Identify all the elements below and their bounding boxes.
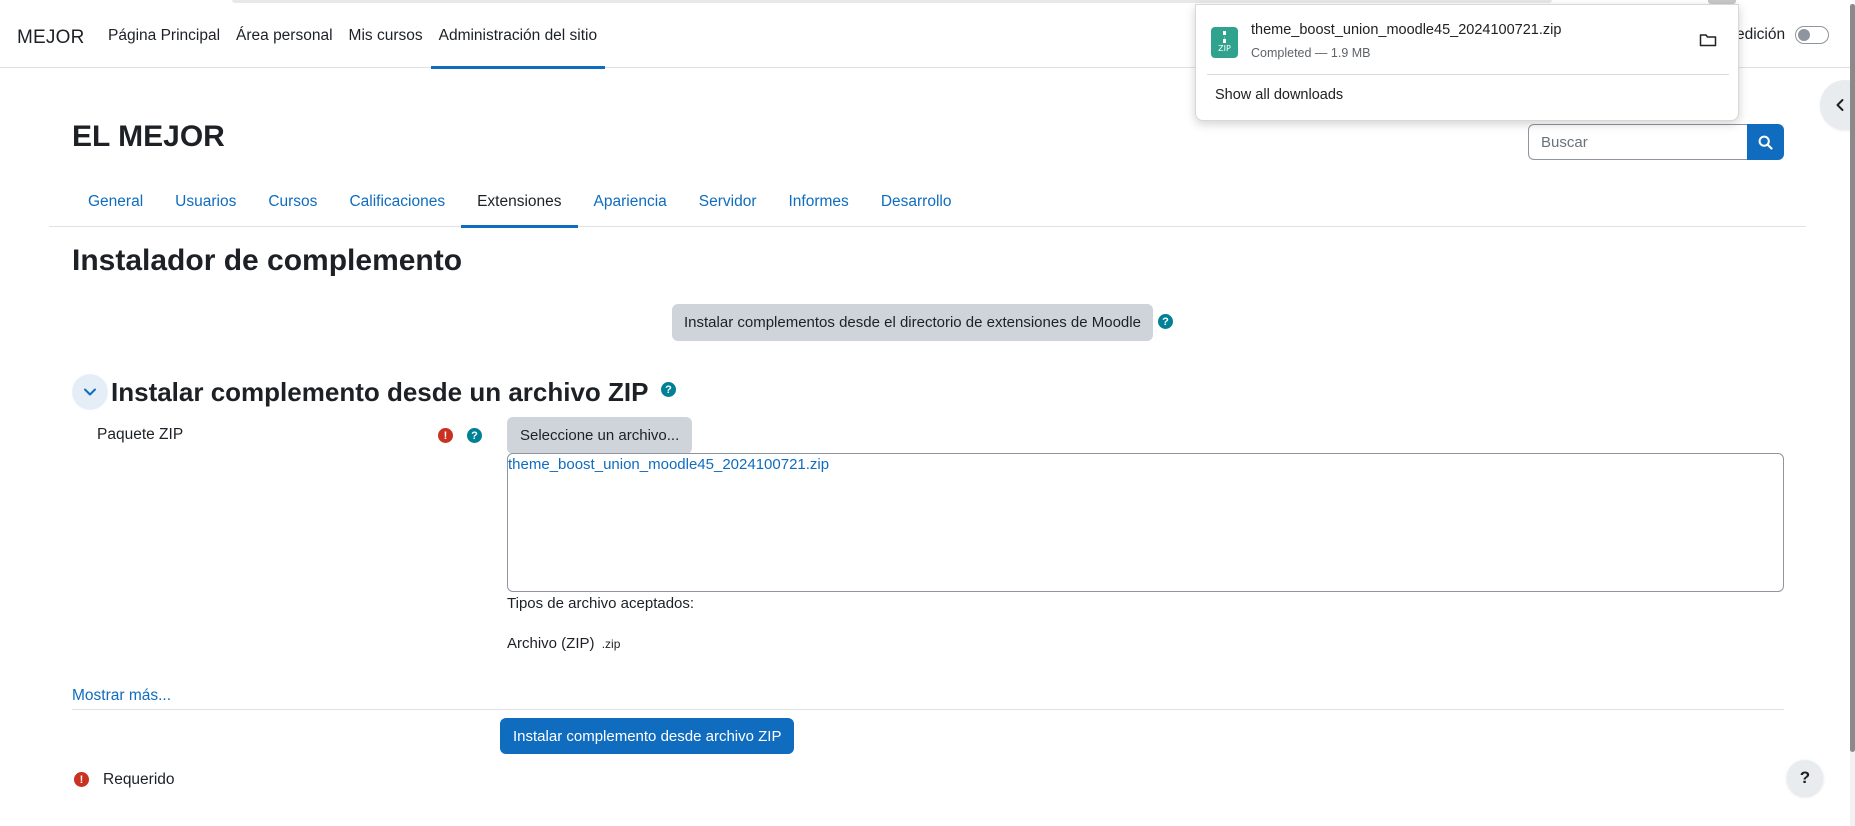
secondary-nav: General Usuarios Cursos Calificaciones E… [49, 176, 1806, 228]
zip-package-label: Paquete ZIP [97, 426, 184, 443]
help-icon[interactable]: ? [661, 382, 676, 397]
required-legend: Requerido [103, 771, 175, 788]
nav-item-my-courses[interactable]: Mis cursos [341, 4, 431, 68]
choose-file-button[interactable]: Seleccione un archivo... [507, 417, 693, 454]
selected-file-link[interactable]: theme_boost_union_moodle45_2024100721.zi… [508, 456, 829, 473]
form-divider [72, 709, 1784, 710]
tab-plugins[interactable]: Extensiones [461, 176, 578, 228]
accepted-type-extension: .zip [601, 637, 621, 651]
edit-mode-toggle[interactable] [1795, 26, 1830, 44]
accepted-type: Archivo (ZIP) .zip [507, 635, 620, 652]
downloads-divider [1207, 74, 1729, 75]
zip-file-icon: ZIP [1211, 27, 1238, 58]
download-file-name: theme_boost_union_moodle45_2024100721.zi… [1251, 22, 1562, 38]
downloads-popup: ZIP theme_boost_union_moodle45_202410072… [1195, 4, 1739, 121]
required-icon: ! [438, 428, 453, 443]
download-status: Completed — 1.9 MB [1251, 46, 1371, 60]
show-all-downloads-link[interactable]: Show all downloads [1215, 87, 1343, 103]
edit-mode-label: edición [1736, 26, 1786, 43]
install-from-zip-button[interactable]: Instalar complemento desde archivo ZIP [500, 718, 795, 754]
edit-mode-control: edición [1736, 26, 1830, 44]
footer-help-button[interactable]: ? [1787, 760, 1823, 796]
brand-name[interactable]: MEJOR [17, 27, 85, 49]
search-icon [1758, 135, 1773, 150]
help-icon[interactable]: ? [1158, 314, 1173, 329]
tab-reports[interactable]: Informes [773, 176, 865, 227]
nav-item-site-admin[interactable]: Administración del sitio [430, 4, 606, 69]
section-collapse-button[interactable] [72, 374, 108, 410]
tab-general[interactable]: General [72, 176, 159, 227]
folder-icon[interactable] [1699, 32, 1717, 48]
browser-address-bar-edge [232, 0, 1552, 3]
page-title: Instalador de complemento [72, 244, 463, 277]
file-drop-area[interactable]: theme_boost_union_moodle45_2024100721.zi… [507, 453, 1784, 592]
zipper-mark [1223, 31, 1226, 43]
download-item[interactable]: ZIP theme_boost_union_moodle45_202410072… [1196, 5, 1740, 71]
nav-item-dashboard[interactable]: Área personal [228, 4, 341, 68]
tab-server[interactable]: Servidor [683, 176, 773, 227]
page-scrollbar[interactable] [1850, 4, 1855, 826]
required-icon: ! [74, 772, 89, 787]
chevron-down-icon [84, 388, 96, 396]
search-button[interactable] [1747, 124, 1784, 160]
search-input[interactable] [1528, 124, 1747, 160]
nav-item-home[interactable]: Página Principal [100, 4, 228, 68]
tab-courses[interactable]: Cursos [252, 176, 333, 227]
page: MEJOR Página Principal Área personal Mis… [0, 0, 1855, 826]
help-icon[interactable]: ? [467, 428, 482, 443]
primary-nav: Página Principal Área personal Mis curso… [100, 4, 606, 69]
tab-appearance[interactable]: Apariencia [578, 176, 683, 227]
site-title: EL MEJOR [72, 120, 225, 153]
accepted-type-name: Archivo (ZIP) [507, 635, 595, 652]
accepted-types-label: Tipos de archivo aceptados: [507, 595, 695, 612]
tab-grades[interactable]: Calificaciones [333, 176, 461, 227]
search-group [1528, 124, 1784, 160]
scrollbar-thumb[interactable] [1850, 4, 1855, 752]
chevron-left-icon [1836, 99, 1844, 111]
tab-development[interactable]: Desarrollo [865, 176, 968, 227]
tab-users[interactable]: Usuarios [159, 176, 252, 227]
zip-icon-label: ZIP [1218, 44, 1231, 53]
section-heading: Instalar complemento desde un archivo ZI… [111, 377, 649, 407]
install-from-moodle-directory-button[interactable]: Instalar complementos desde el directori… [672, 304, 1153, 341]
show-more-link[interactable]: Mostrar más... [72, 687, 171, 705]
